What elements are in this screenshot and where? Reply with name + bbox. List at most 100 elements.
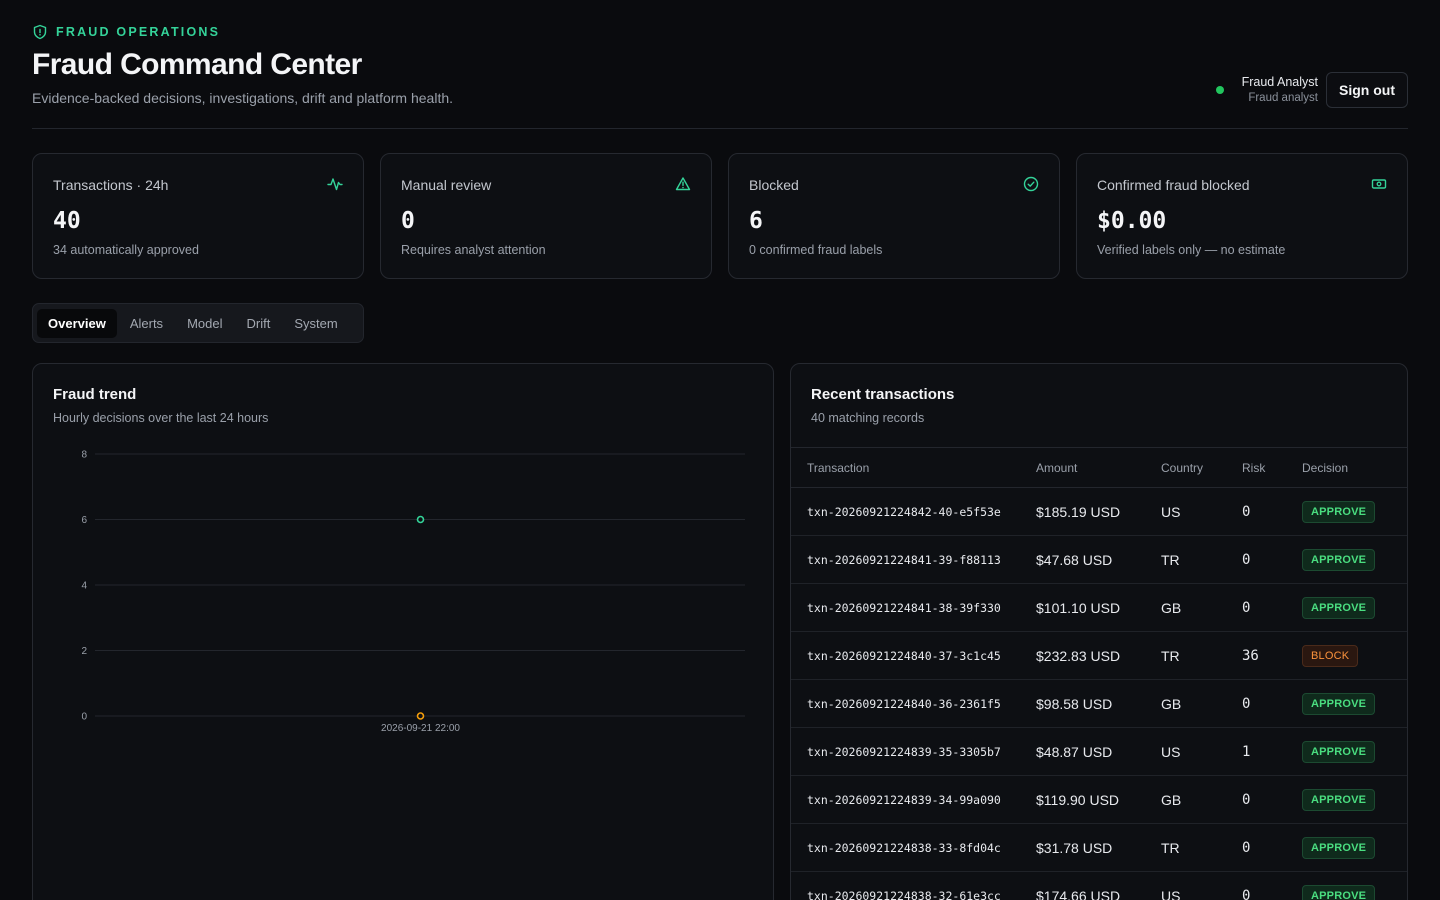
decision-badge: BLOCK [1302, 644, 1359, 667]
y-tick-label: 0 [81, 712, 87, 723]
country: TR [1161, 839, 1180, 856]
decision-badge: APPROVE [1302, 500, 1376, 523]
decision-cell: APPROVE [1302, 740, 1407, 763]
y-tick-label: 8 [81, 450, 87, 461]
column-header-transaction[interactable]: Transaction [791, 461, 1036, 475]
amount: $98.58 USD [1036, 695, 1113, 712]
transaction-id: txn-20260921224839-35-3305b7 [807, 744, 1001, 759]
country: US [1161, 503, 1181, 520]
transaction-id: txn-20260921224839-34-99a090 [807, 792, 1001, 807]
transactions-table: Transaction Amount Country Risk Decision… [791, 447, 1407, 900]
kpi-value: 6 [749, 208, 763, 234]
transaction-id: txn-20260921224841-39-f88113 [807, 552, 1001, 567]
table-row[interactable]: txn-20260921224838-33-8fd04c $31.78 USD TR… [791, 824, 1407, 872]
decision-cell: APPROVE [1302, 836, 1407, 859]
y-tick-label: 4 [81, 581, 87, 592]
tab-system[interactable]: System [283, 309, 348, 338]
column-header-amount[interactable]: Amount [1036, 461, 1161, 475]
table-row[interactable]: txn-20260921224841-38-39f330 $101.10 USD G… [791, 584, 1407, 632]
y-tick-label: 6 [81, 515, 87, 526]
decision-badge: APPROVE [1302, 692, 1376, 715]
decision-cell: APPROVE [1302, 500, 1407, 523]
fraud-trend-panel: Fraud trend Hourly decisions over the la… [32, 363, 774, 900]
kpi-value: 0 [401, 208, 415, 234]
decision-cell: APPROVE [1302, 596, 1407, 619]
check-circle-icon [1023, 176, 1039, 192]
tab-drift[interactable]: Drift [235, 309, 281, 338]
user-info: Fraud Analyst Fraud analyst [1242, 74, 1318, 106]
risk-score: 0 [1242, 551, 1251, 568]
table-row[interactable]: txn-20260921224838-32-61e3cc $174.66 USD U… [791, 872, 1407, 900]
risk-score: 0 [1242, 695, 1251, 712]
column-header-risk[interactable]: Risk [1242, 461, 1302, 475]
kpi-note: Requires analyst attention [401, 243, 546, 257]
kpi-card-transactions: Transactions · 24h 40 34 automatically a… [32, 153, 364, 279]
tab-alerts[interactable]: Alerts [119, 309, 174, 338]
column-header-decision[interactable]: Decision [1302, 461, 1407, 475]
decision-cell: APPROVE [1302, 548, 1407, 571]
risk-score: 0 [1242, 887, 1251, 900]
table-row[interactable]: txn-20260921224839-35-3305b7 $48.87 USD US… [791, 728, 1407, 776]
table-body: txn-20260921224842-40-e5f53e $185.19 USD U… [791, 488, 1407, 900]
kpi-card-blocked: Blocked 6 0 confirmed fraud labels [728, 153, 1060, 279]
country: US [1161, 887, 1181, 900]
amount: $48.87 USD [1036, 743, 1113, 760]
decision-badge: APPROVE [1302, 596, 1376, 619]
amount: $101.10 USD [1036, 599, 1121, 616]
risk-score: 1 [1242, 743, 1251, 760]
kpi-cards: Transactions · 24h 40 34 automatically a… [32, 153, 1408, 279]
decision-badge: APPROVE [1302, 788, 1376, 811]
amount: $119.90 USD [1036, 791, 1120, 808]
decision-badge: APPROVE [1302, 740, 1376, 763]
table-row[interactable]: txn-20260921224840-37-3c1c45 $232.83 USD T… [791, 632, 1407, 680]
alert-triangle-icon [675, 176, 691, 192]
view-tabs: Overview Alerts Model Drift System [32, 303, 364, 343]
decision-cell: APPROVE [1302, 884, 1407, 900]
amount: $185.19 USD [1036, 503, 1121, 520]
sign-out-button[interactable]: Sign out [1326, 72, 1408, 108]
table-row[interactable]: txn-20260921224842-40-e5f53e $185.19 USD U… [791, 488, 1407, 536]
data-point[interactable] [416, 515, 425, 524]
table-row[interactable]: txn-20260921224841-39-f88113 $47.68 USD TR… [791, 536, 1407, 584]
panel-title: Recent transactions [811, 386, 955, 403]
tab-model[interactable]: Model [176, 309, 233, 338]
x-tick-label: 2026-09-21 22:00 [381, 723, 460, 734]
decision-cell: BLOCK [1302, 644, 1407, 667]
amount: $232.83 USD [1036, 647, 1121, 664]
eyebrow-label: FRAUD OPERATIONS [56, 25, 221, 39]
kpi-value: $0.00 [1097, 208, 1167, 234]
page-subtitle: Evidence-backed decisions, investigation… [32, 90, 454, 106]
country: GB [1161, 695, 1182, 712]
table-row[interactable]: txn-20260921224839-34-99a090 $119.90 USD G… [791, 776, 1407, 824]
amount: $47.68 USD [1036, 551, 1113, 568]
decision-badge: APPROVE [1302, 884, 1376, 900]
app-root: FRAUD OPERATIONS Fraud Command Center Ev… [32, 0, 1408, 900]
page-title: Fraud Command Center [32, 48, 362, 81]
risk-score: 0 [1242, 503, 1251, 520]
fraud-trend-chart: 0 2 4 6 8 2026-09-21 22:00 [81, 450, 745, 734]
transaction-id: txn-20260921224840-36-2361f5 [807, 696, 1001, 711]
kpi-card-manual-review: Manual review 0 Requires analyst attenti… [380, 153, 712, 279]
recent-transactions-panel: Recent transactions 40 matching records … [790, 363, 1408, 900]
page-header: FRAUD OPERATIONS Fraud Command Center Ev… [32, 0, 1408, 129]
table-row[interactable]: txn-20260921224840-36-2361f5 $98.58 USD GB… [791, 680, 1407, 728]
kpi-note: Verified labels only — no estimate [1097, 243, 1286, 257]
transaction-id: txn-20260921224838-32-61e3cc [807, 888, 1001, 900]
data-point[interactable] [416, 712, 425, 720]
transaction-id: txn-20260921224840-37-3c1c45 [807, 648, 1001, 663]
user-name: Fraud Analyst [1241, 75, 1318, 89]
amount: $174.66 USD [1036, 887, 1121, 900]
tab-overview[interactable]: Overview [37, 308, 117, 338]
transaction-id: txn-20260921224838-33-8fd04c [807, 840, 1001, 855]
risk-score: 36 [1242, 647, 1259, 664]
decision-cell: APPROVE [1302, 692, 1407, 715]
country: GB [1161, 599, 1182, 616]
country: TR [1161, 551, 1180, 568]
kpi-note: 34 automatically approved [53, 243, 199, 257]
online-status-dot [1215, 86, 1224, 94]
user-menu: Fraud Analyst Fraud analyst Sign out [1215, 72, 1408, 108]
risk-score: 0 [1242, 839, 1251, 856]
column-header-country[interactable]: Country [1161, 461, 1242, 475]
eyebrow: FRAUD OPERATIONS [32, 24, 220, 40]
risk-score: 0 [1242, 791, 1251, 808]
